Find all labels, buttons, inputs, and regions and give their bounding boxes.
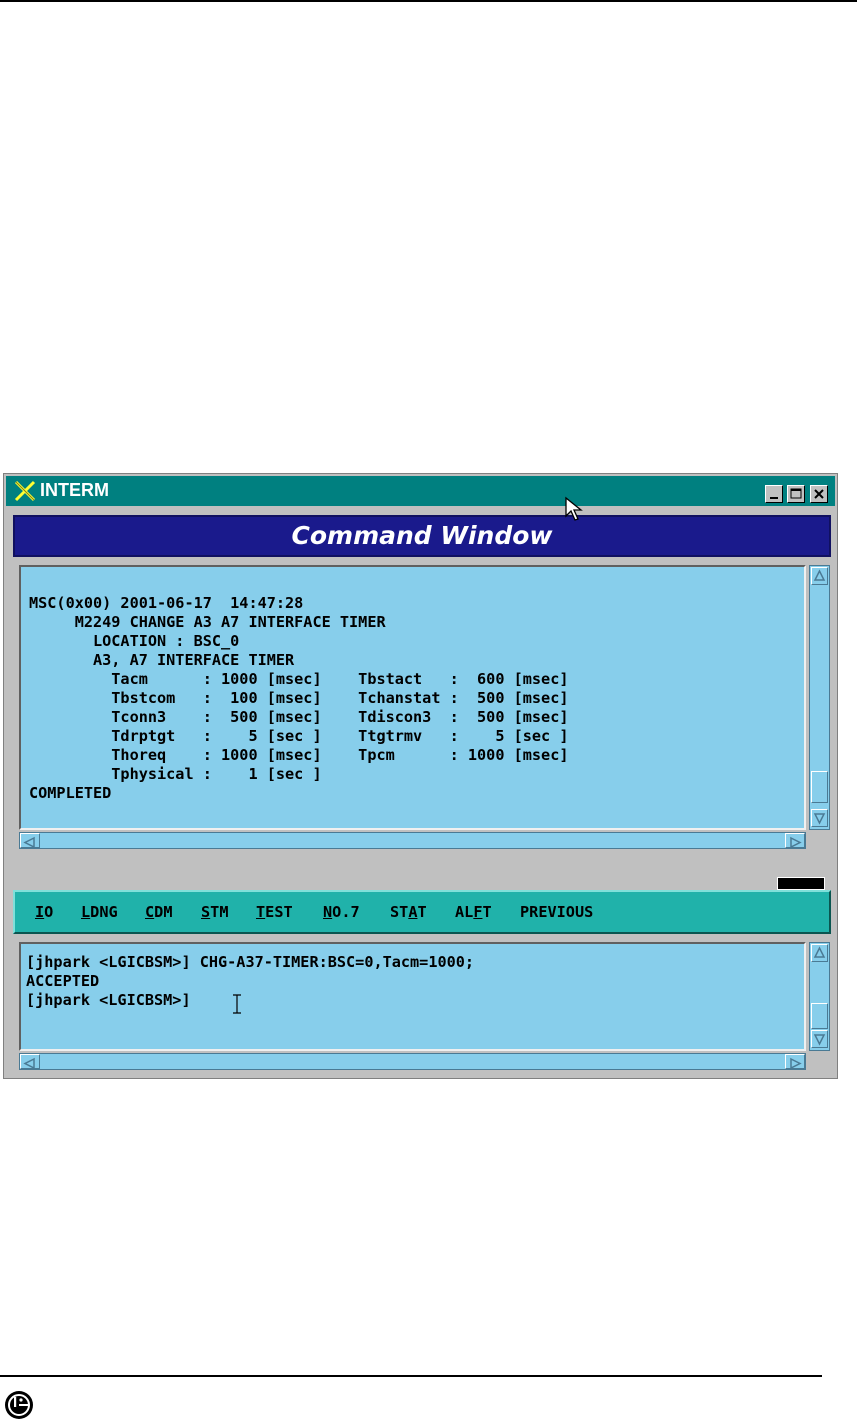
command-window-header: Command Window — [13, 515, 831, 557]
input-line: ACCEPTED — [26, 972, 100, 990]
text-caret-icon — [233, 994, 241, 1014]
menu-item-io[interactable]: IO — [35, 903, 53, 921]
window-title: INTERM — [40, 480, 109, 500]
scroll-right-icon — [790, 836, 802, 849]
output-text: MSC(0x00) 2001-06-17 14:47:28 M2249 CHAN… — [29, 594, 568, 803]
maximize-icon — [790, 488, 802, 499]
scroll-up-icon — [813, 946, 826, 958]
menu-item-alft[interactable]: ALFT — [455, 903, 492, 921]
input-scroll-down-button[interactable] — [811, 1030, 828, 1048]
input-horizontal-scrollbar[interactable] — [19, 1053, 806, 1070]
input-panel: [jhpark <LGICBSM>] CHG-A37-TIMER:BSC=0,T… — [13, 937, 831, 1075]
output-line: Tconn3 : 500 [msec] Tdiscon3 : 500 [msec… — [29, 708, 569, 726]
close-icon — [814, 489, 824, 499]
menu-item-previous[interactable]: PREVIOUS — [520, 903, 593, 921]
mouse-pointer-icon — [565, 496, 583, 521]
output-line: Tdrptgt : 5 [sec ] Ttgtrmv : 5 [sec ] — [29, 727, 569, 745]
output-line: LOCATION : BSC_0 — [29, 632, 240, 650]
input-text: [jhpark <LGICBSM>] CHG-A37-TIMER:BSC=0,T… — [26, 953, 474, 1010]
scroll-left-icon — [23, 836, 35, 849]
input-scroll-left-button[interactable] — [20, 1054, 40, 1070]
scroll-left-icon — [23, 1057, 35, 1070]
scroll-down-icon — [813, 1034, 826, 1046]
command-menu-bar: IO LDNG CDM STM TEST NO.7 STAT ALFT PREVIOUS — [13, 890, 831, 934]
title-bar[interactable]: INTERM — [6, 476, 835, 506]
menu-item-no7[interactable]: NO.7 — [323, 903, 360, 921]
output-panel: MSC(0x00) 2001-06-17 14:47:28 M2249 CHAN… — [13, 560, 831, 854]
output-vertical-scrollbar[interactable] — [809, 565, 830, 830]
output-line: A3, A7 INTERFACE TIMER — [29, 651, 295, 669]
output-line: Thoreq : 1000 [msec] Tpcm : 1000 [msec] — [29, 746, 569, 764]
output-area[interactable]: MSC(0x00) 2001-06-17 14:47:28 M2249 CHAN… — [19, 565, 806, 830]
output-line: Tacm : 1000 [msec] Tbstact : 600 [msec] — [29, 670, 569, 688]
pane-splitter[interactable] — [777, 877, 825, 890]
menu-item-ldng[interactable]: LDNG — [81, 903, 118, 921]
menu-item-test[interactable]: TEST — [256, 903, 293, 921]
scroll-right-icon — [790, 1057, 802, 1070]
output-line: M2249 CHANGE A3 A7 INTERFACE TIMER — [29, 613, 386, 631]
input-vertical-scrollbar[interactable] — [809, 942, 830, 1051]
scroll-down-icon — [813, 813, 826, 825]
input-line: [jhpark <LGICBSM>] CHG-A37-TIMER:BSC=0,T… — [26, 953, 475, 971]
x-logo-icon — [14, 480, 36, 502]
maximize-button[interactable] — [787, 485, 805, 503]
menu-item-cdm[interactable]: CDM — [145, 903, 172, 921]
menu-item-stm[interactable]: STM — [201, 903, 228, 921]
minimize-icon — [770, 497, 778, 499]
scroll-up-icon — [813, 569, 826, 581]
scroll-up-button[interactable] — [811, 567, 828, 585]
input-line: [jhpark <LGICBSM>] — [26, 991, 191, 1009]
page-bottom-rule — [0, 1375, 822, 1377]
output-line: Tbstcom : 100 [msec] Tchanstat : 500 [ms… — [29, 689, 569, 707]
input-scroll-thumb[interactable] — [811, 1003, 828, 1029]
input-scroll-up-button[interactable] — [811, 944, 828, 962]
menu-item-stat[interactable]: STAT — [390, 903, 427, 921]
command-input-area[interactable]: [jhpark <LGICBSM>] CHG-A37-TIMER:BSC=0,T… — [19, 942, 806, 1051]
minimize-button[interactable] — [765, 485, 783, 503]
scroll-down-button[interactable] — [811, 809, 828, 827]
output-line: Tphysical : 1 [sec ] — [29, 765, 322, 783]
output-line: COMPLETED — [29, 784, 112, 802]
close-button[interactable] — [810, 485, 828, 503]
scroll-thumb[interactable] — [811, 771, 828, 803]
output-line: MSC(0x00) 2001-06-17 14:47:28 — [29, 594, 304, 612]
input-scroll-right-button[interactable] — [785, 1054, 805, 1070]
output-horizontal-scrollbar[interactable] — [19, 832, 806, 849]
page-top-rule — [0, 0, 857, 2]
scroll-left-button[interactable] — [20, 833, 40, 849]
lg-logo-icon — [5, 1391, 33, 1419]
scroll-right-button[interactable] — [785, 833, 805, 849]
interm-window: INTERM Command Window MSC(0x00) 2001-06-… — [3, 473, 838, 1079]
command-window-title: Command Window — [291, 521, 553, 550]
